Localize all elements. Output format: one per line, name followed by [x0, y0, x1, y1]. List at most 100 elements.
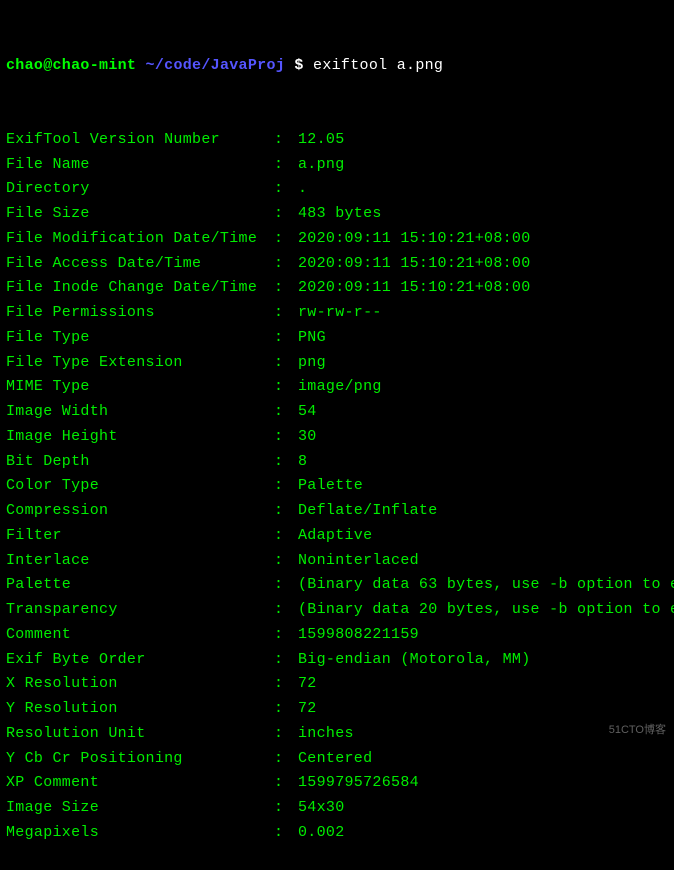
- output-value: PNG: [298, 326, 326, 351]
- output-value: (Binary data 63 bytes, use -b option to …: [298, 573, 674, 598]
- output-row: File Type Extension: png: [6, 351, 668, 376]
- terminal-output[interactable]: chao@chao-mint ~/code/JavaProj $ exiftoo…: [6, 4, 668, 870]
- output-key: File Type: [6, 326, 274, 351]
- watermark: 51CTO博客: [609, 721, 666, 739]
- output-row: File Inode Change Date/Time: 2020:09:11 …: [6, 276, 668, 301]
- output-key: Transparency: [6, 598, 274, 623]
- output-key: Exif Byte Order: [6, 648, 274, 673]
- output-value: 2020:09:11 15:10:21+08:00: [298, 252, 531, 277]
- output-row: Image Height: 30: [6, 425, 668, 450]
- output-row: Filter: Adaptive: [6, 524, 668, 549]
- output-value: 1599808221159: [298, 623, 419, 648]
- output-value: a.png: [298, 153, 345, 178]
- output-row: Transparency: (Binary data 20 bytes, use…: [6, 598, 668, 623]
- output-key: ExifTool Version Number: [6, 128, 274, 153]
- output-value: png: [298, 351, 326, 376]
- output-value: Palette: [298, 474, 363, 499]
- output-row: File Size: 483 bytes: [6, 202, 668, 227]
- output-colon: :: [274, 549, 298, 574]
- output-row: XP Comment: 1599795726584: [6, 771, 668, 796]
- output-key: Filter: [6, 524, 274, 549]
- output-key: Directory: [6, 177, 274, 202]
- output-row: Y Cb Cr Positioning: Centered: [6, 747, 668, 772]
- prompt-user-host: chao@chao-mint: [6, 54, 136, 79]
- output-colon: :: [274, 400, 298, 425]
- output-value: 2020:09:11 15:10:21+08:00: [298, 276, 531, 301]
- output-value: 0.002: [298, 821, 345, 846]
- output-key: Resolution Unit: [6, 722, 274, 747]
- output-row: Y Resolution: 72: [6, 697, 668, 722]
- output-value: (Binary data 20 bytes, use -b option to …: [298, 598, 674, 623]
- output-key: Comment: [6, 623, 274, 648]
- output-colon: :: [274, 450, 298, 475]
- output-row: Color Type: Palette: [6, 474, 668, 499]
- output-key: XP Comment: [6, 771, 274, 796]
- output-key: Interlace: [6, 549, 274, 574]
- output-value: Deflate/Inflate: [298, 499, 438, 524]
- prompt-path: ~/code/JavaProj: [146, 54, 286, 79]
- output-colon: :: [274, 177, 298, 202]
- output-colon: :: [274, 796, 298, 821]
- output-value: 12.05: [298, 128, 345, 153]
- output-value: 8: [298, 450, 307, 475]
- output-row: Megapixels: 0.002: [6, 821, 668, 846]
- output-key: File Permissions: [6, 301, 274, 326]
- output-key: Image Size: [6, 796, 274, 821]
- output-value: Adaptive: [298, 524, 372, 549]
- output-value: 1599795726584: [298, 771, 419, 796]
- output-value: Noninterlaced: [298, 549, 419, 574]
- output-key: File Modification Date/Time: [6, 227, 274, 252]
- output-row: File Type: PNG: [6, 326, 668, 351]
- output-colon: :: [274, 747, 298, 772]
- output-colon: :: [274, 351, 298, 376]
- output-key: Compression: [6, 499, 274, 524]
- output-colon: :: [274, 524, 298, 549]
- output-row: File Permissions: rw-rw-r--: [6, 301, 668, 326]
- output-row: Image Size: 54x30: [6, 796, 668, 821]
- output-colon: :: [274, 301, 298, 326]
- prompt-dollar: $: [294, 54, 303, 79]
- output-colon: :: [274, 771, 298, 796]
- output-row: File Access Date/Time: 2020:09:11 15:10:…: [6, 252, 668, 277]
- output-colon: :: [274, 375, 298, 400]
- output-row: ExifTool Version Number: 12.05: [6, 128, 668, 153]
- output-colon: :: [274, 276, 298, 301]
- output-colon: :: [274, 623, 298, 648]
- output-row: File Name: a.png: [6, 153, 668, 178]
- output-colon: :: [274, 128, 298, 153]
- output-key: Y Resolution: [6, 697, 274, 722]
- output-value: 54: [298, 400, 317, 425]
- output-value: .: [298, 177, 307, 202]
- output-colon: :: [274, 821, 298, 846]
- output-value: 54x30: [298, 796, 345, 821]
- output-colon: :: [274, 722, 298, 747]
- output-key: Image Height: [6, 425, 274, 450]
- output-row: File Modification Date/Time: 2020:09:11 …: [6, 227, 668, 252]
- output-key: MIME Type: [6, 375, 274, 400]
- output-key: File Name: [6, 153, 274, 178]
- output-row: Exif Byte Order: Big-endian (Motorola, M…: [6, 648, 668, 673]
- output-colon: :: [274, 573, 298, 598]
- output-key: File Inode Change Date/Time: [6, 276, 274, 301]
- output-key: File Access Date/Time: [6, 252, 274, 277]
- output-colon: :: [274, 598, 298, 623]
- output-key: Y Cb Cr Positioning: [6, 747, 274, 772]
- output-row: Resolution Unit: inches: [6, 722, 668, 747]
- output-value: image/png: [298, 375, 382, 400]
- output-value: Big-endian (Motorola, MM): [298, 648, 531, 673]
- output-key: File Type Extension: [6, 351, 274, 376]
- output-row: X Resolution: 72: [6, 672, 668, 697]
- output-colon: :: [274, 227, 298, 252]
- output-colon: :: [274, 153, 298, 178]
- output-colon: :: [274, 425, 298, 450]
- output-row: Interlace: Noninterlaced: [6, 549, 668, 574]
- output-colon: :: [274, 474, 298, 499]
- output-value: inches: [298, 722, 354, 747]
- output-colon: :: [274, 202, 298, 227]
- prompt-command: exiftool a.png: [313, 54, 443, 79]
- output-row: Compression: Deflate/Inflate: [6, 499, 668, 524]
- output-value: 72: [298, 672, 317, 697]
- output-colon: :: [274, 672, 298, 697]
- output-key: Megapixels: [6, 821, 274, 846]
- output-value: rw-rw-r--: [298, 301, 382, 326]
